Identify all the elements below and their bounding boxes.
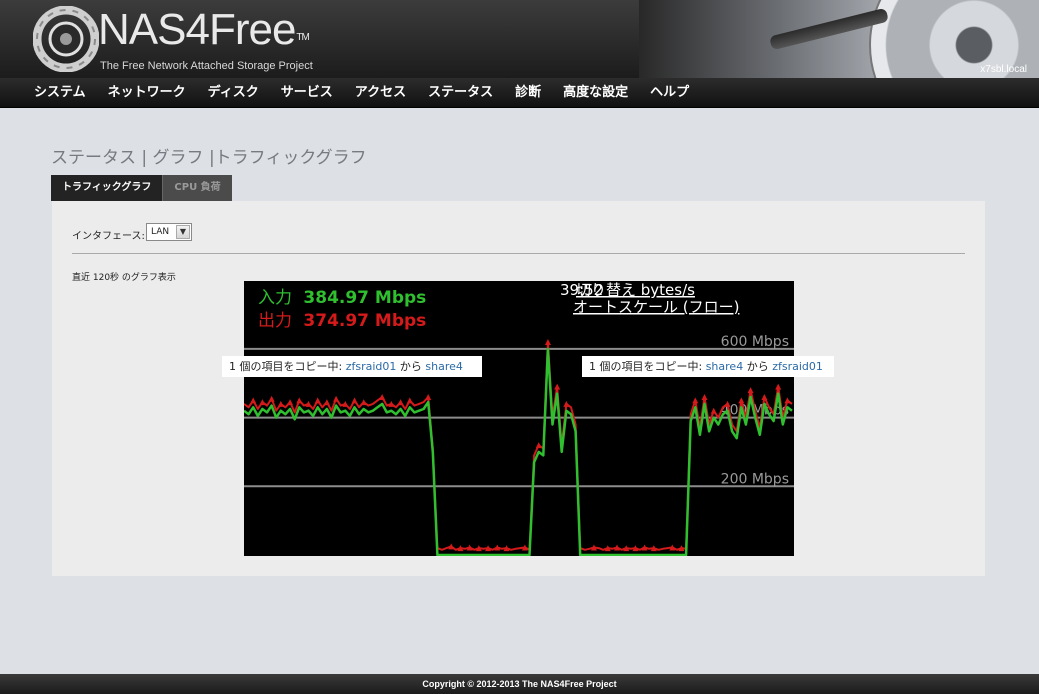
out-peak-marker: [259, 399, 266, 406]
traffic-graph-canvas: 600 Mbps400 Mbps200 Mbps 入力 384.97 Mbps …: [244, 281, 794, 556]
copy-notice-right: 1 個の項目をコピー中: share4 から zfsraid01: [582, 356, 834, 377]
out-peak-marker: [314, 397, 321, 404]
trademark-mark: TM: [296, 32, 309, 43]
out-peak-marker: [406, 397, 413, 404]
page-title: ステータス | グラフ |トラフィックグラフ: [51, 148, 367, 168]
graph-out-value: 374.97 Mbps: [303, 311, 426, 331]
copy-notice-prefix: 1 個の項目をコピー中:: [229, 360, 346, 373]
nav-item-access[interactable]: アクセス: [344, 78, 417, 108]
out-peak-marker: [544, 339, 551, 346]
grid-label: 200 Mbps: [721, 471, 789, 487]
logo-tagline: The Free Network Attached Storage Projec…: [100, 60, 313, 72]
copy-notice-mid: から: [396, 360, 426, 373]
nav-item-system[interactable]: システム: [23, 78, 97, 108]
copy-dest-link[interactable]: zfsraid01: [772, 360, 823, 373]
out-peak-marker: [710, 407, 717, 414]
traffic-graph: 600 Mbps 400 Mbps 200 Mbps 入力 384.97 Mbps …: [244, 281, 794, 556]
out-peak-marker: [554, 383, 561, 390]
nas4free-logo-icon: [33, 6, 99, 72]
nav-item-services[interactable]: サービス: [270, 78, 344, 108]
nav-item-status[interactable]: ステータス: [417, 78, 504, 108]
out-peak-marker: [701, 393, 708, 400]
autoscale-link[interactable]: オートスケール (フロー): [573, 298, 739, 316]
out-peak-marker: [268, 395, 275, 402]
main-navigation: システム ネットワーク ディスク サービス アクセス ステータス 診断 高度な設…: [0, 78, 1039, 108]
out-peak-marker: [775, 383, 782, 390]
tab-traffic-graph[interactable]: トラフィックグラフ: [51, 175, 163, 201]
out-peak-marker: [784, 397, 791, 404]
copy-source-link[interactable]: zfsraid01: [346, 360, 397, 373]
interface-label: インタフェース:: [72, 231, 145, 242]
out-peak-marker: [360, 399, 367, 406]
nav-item-help[interactable]: ヘルプ: [639, 78, 700, 108]
toggle-bytes-link[interactable]: 切り替え bytes/s: [576, 281, 695, 299]
copy-notice-left: 1 個の項目をコピー中: zfsraid01 から share4: [222, 356, 482, 377]
copy-notice-prefix: 1 個の項目をコピー中:: [589, 360, 706, 373]
footer-copyright: Copyright © 2012-2013 The NAS4Free Proje…: [0, 674, 1039, 694]
hard-disk-artwork: [639, 0, 1039, 78]
out-peak-marker: [397, 399, 404, 406]
out-peak-marker: [738, 397, 745, 404]
out-peak-marker: [379, 393, 386, 400]
nav-item-diagnostics[interactable]: 診断: [504, 78, 552, 108]
divider: [72, 253, 965, 254]
out-peak-marker: [323, 399, 330, 406]
interface-select[interactable]: LAN ▼: [146, 223, 192, 241]
graph-caption: 直近 120秒 のグラフ表示: [72, 273, 176, 283]
graph-in-label-text: 入力: [258, 288, 292, 308]
copy-notice-mid: から: [743, 360, 773, 373]
out-peak-marker: [535, 442, 542, 449]
graph-in-value: 384.97 Mbps: [303, 288, 426, 308]
graph-in-label: 入力 384.97 Mbps: [258, 288, 426, 308]
tab-bar: トラフィックグラフ CPU 負荷: [51, 175, 232, 201]
chevron-down-icon: ▼: [176, 225, 190, 239]
interface-select-value: LAN: [151, 227, 170, 237]
out-peak-marker: [287, 399, 294, 406]
out-peak-marker: [296, 397, 303, 404]
hostname-label: x7sbl.local: [980, 64, 1027, 75]
nav-item-disks[interactable]: ディスク: [197, 78, 270, 108]
out-peak-marker: [563, 400, 570, 407]
tab-cpu-load[interactable]: CPU 負荷: [162, 175, 232, 201]
out-peak-marker: [692, 397, 699, 404]
out-peak-marker: [747, 387, 754, 394]
out-peak-marker: [333, 395, 340, 402]
out-peak-marker: [250, 397, 257, 404]
nav-item-network[interactable]: ネットワーク: [97, 78, 197, 108]
nav-item-advanced[interactable]: 高度な設定: [552, 78, 639, 108]
logo-wordmark[interactable]: NAS4FreeTM: [98, 4, 310, 56]
graph-out-label: 出力 374.97 Mbps: [258, 311, 426, 331]
out-peak-marker: [277, 400, 284, 407]
logo-wordmark-text: NAS4Free: [98, 5, 296, 54]
out-peak-marker: [761, 393, 768, 400]
header-banner: NAS4FreeTM The Free Network Attached Sto…: [0, 0, 1039, 78]
grid-label: 600 Mbps: [721, 334, 789, 350]
out-peak-marker: [351, 397, 358, 404]
content-panel: インタフェース: LAN ▼ 直近 120秒 のグラフ表示 600 Mbps 40…: [52, 201, 985, 576]
copy-dest-link[interactable]: share4: [425, 360, 463, 373]
series-in-line: [244, 347, 793, 556]
copy-source-link[interactable]: share4: [706, 360, 744, 373]
out-peak-marker: [425, 393, 432, 400]
graph-out-label-text: 出力: [258, 311, 292, 331]
